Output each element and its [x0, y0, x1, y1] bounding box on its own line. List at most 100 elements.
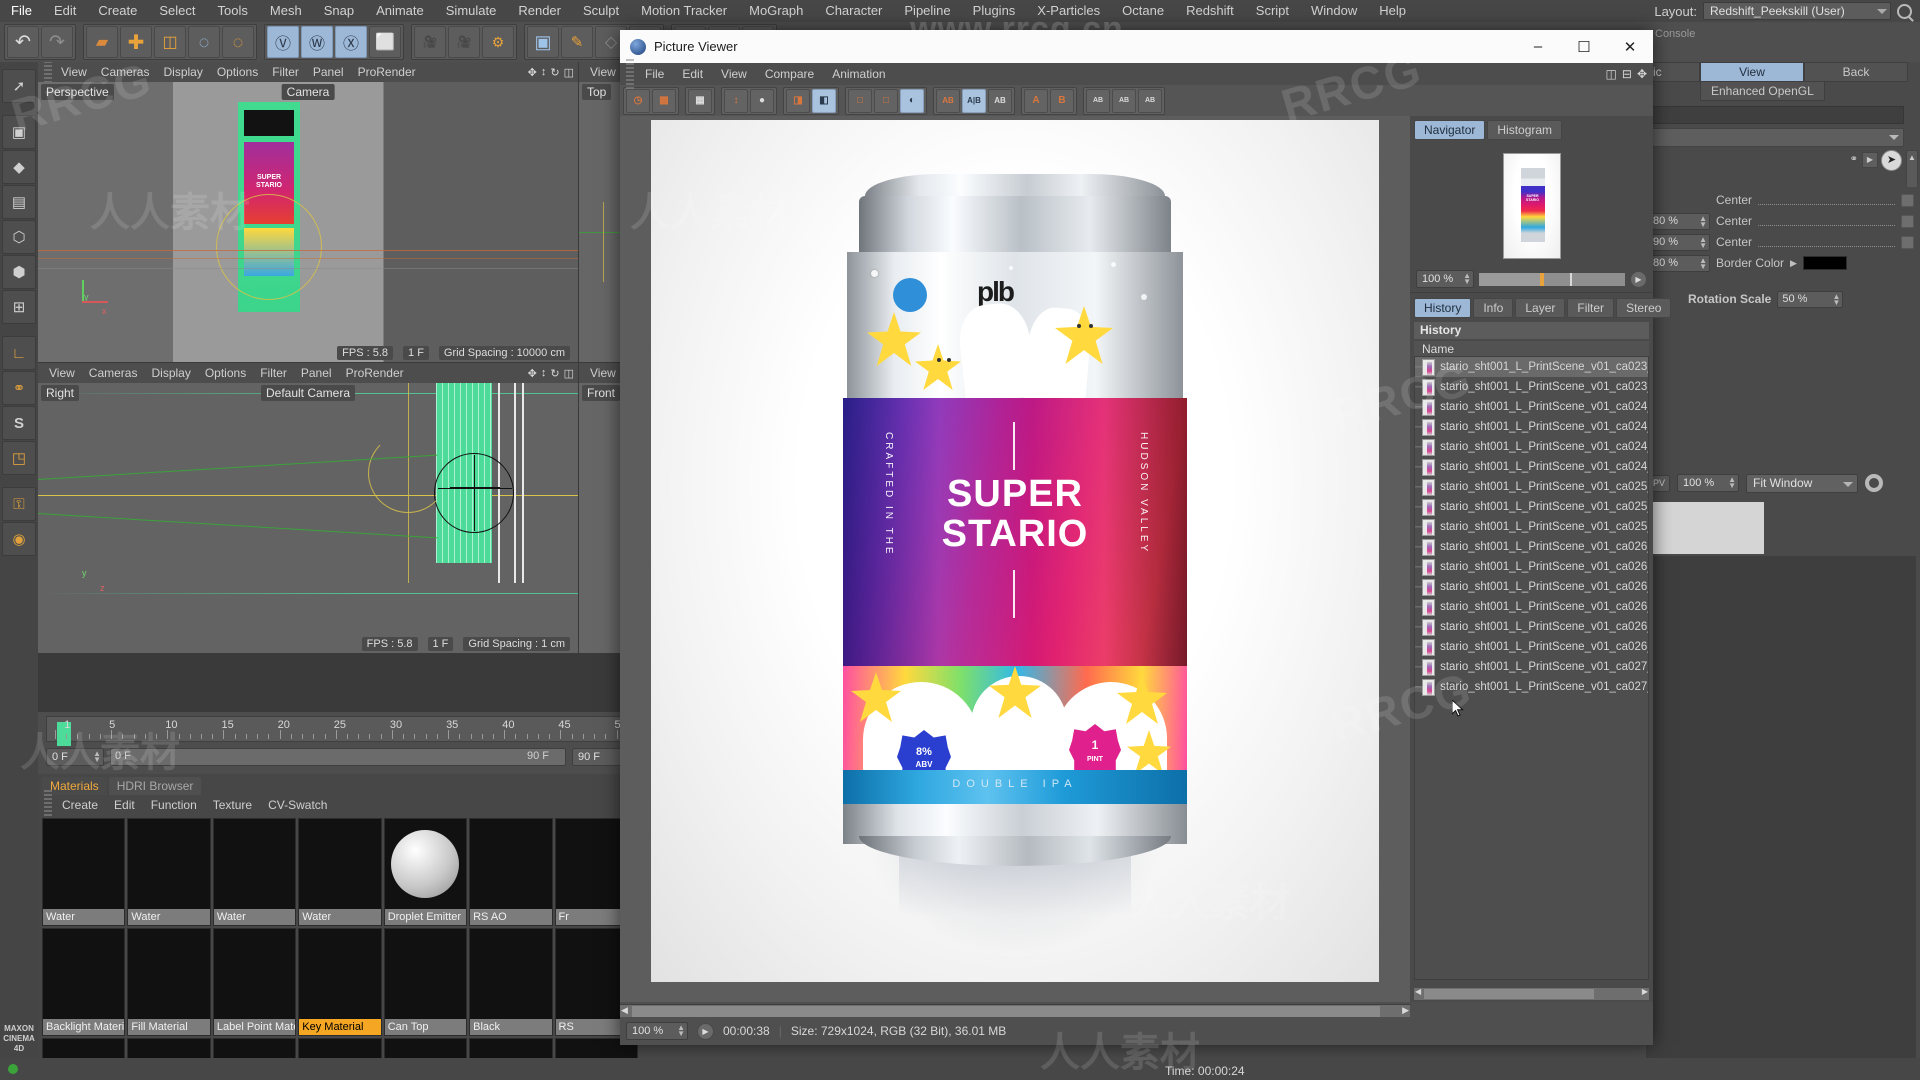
orbit-icon[interactable]: ↻ — [550, 66, 559, 79]
set-a-icon[interactable]: A — [1024, 88, 1048, 113]
pv-menu-compare[interactable]: Compare — [756, 67, 823, 81]
spinner-icon[interactable]: ▲▼ — [1699, 214, 1707, 228]
menu-item-render[interactable]: Render — [507, 0, 572, 22]
tab-layer[interactable]: Layer — [1515, 298, 1566, 318]
compare-ab-icon[interactable]: AB — [936, 88, 960, 113]
slider-handle[interactable] — [1540, 272, 1545, 286]
cursor-select-icon[interactable]: ➤ — [1881, 150, 1902, 171]
alpha-view-icon[interactable]: ◐ — [900, 88, 924, 113]
render-region-icon[interactable]: 🎥 — [448, 26, 480, 58]
history-list-item[interactable]: ─ stario_sht001_L_PrintScene_v01_ca026_Ch… — [1415, 637, 1648, 657]
vp1-menu-cameras[interactable]: Cameras — [94, 65, 157, 79]
rotate-band-icon[interactable]: ◌ — [222, 26, 254, 58]
layer-compare-icon[interactable]: AB — [1086, 88, 1110, 113]
spinner-icon[interactable]: ▲▼ — [1699, 235, 1707, 249]
history-list-item[interactable]: ─ stario_sht001_L_PrintScene_v01_ca026_Ch… — [1415, 597, 1648, 617]
pv-scroll-thumb[interactable] — [632, 1006, 1380, 1017]
play-arrow-icon[interactable]: ▶ — [1862, 152, 1878, 168]
pv-menu-edit[interactable]: Edit — [673, 67, 712, 81]
history-list-item[interactable]: ─ stario_sht001_L_PrintScene_v01_ca025_Ch… — [1415, 497, 1648, 517]
cube-primitive-icon[interactable]: ▣ — [527, 26, 559, 58]
history-list-item[interactable]: ─ stario_sht001_L_PrintScene_v01_ca024_Ch… — [1415, 437, 1648, 457]
tool-snap-icon[interactable]: S — [2, 406, 36, 440]
expand-arrow-icon[interactable]: ▶ — [1790, 258, 1797, 269]
timeline-ruler[interactable]: 15101520253035404550 — [46, 716, 640, 746]
history-list-item[interactable]: ─ stario_sht001_L_PrintScene_v01_ca024_Ch… — [1415, 397, 1648, 417]
rotation-scale-field[interactable]: 50 % ▲ ▼ — [1777, 290, 1844, 308]
single-view-icon[interactable]: □ — [848, 88, 872, 113]
menu-item-character[interactable]: Character — [814, 0, 893, 22]
open-image-icon[interactable]: ◷ — [626, 88, 650, 113]
maximize-button[interactable]: ☐ — [1561, 30, 1607, 63]
tab-view[interactable]: View — [1700, 62, 1804, 82]
redo-icon[interactable]: ↷ — [41, 26, 73, 58]
vp1-menu-options[interactable]: Options — [210, 65, 265, 79]
vp3-menu-view[interactable]: View — [42, 366, 82, 380]
material-cell[interactable]: Water — [212, 818, 297, 926]
tab-history[interactable]: History — [1414, 298, 1472, 318]
spinner-icon[interactable]: ▲▼ — [1832, 292, 1840, 306]
scroll-right-arrow-icon[interactable]: ▶ — [1642, 987, 1648, 996]
pv-play-button[interactable]: ▶ — [697, 1022, 714, 1040]
spinner-icon[interactable]: ▲▼ — [93, 750, 101, 764]
pen-spline-icon[interactable]: ✎ — [561, 26, 593, 58]
history-list-item[interactable]: ─ stario_sht001_L_PrintScene_v01_ca026_Ch… — [1415, 537, 1648, 557]
menu-item-plugins[interactable]: Plugins — [962, 0, 1027, 22]
history-list-item[interactable]: ─ stario_sht001_L_PrintScene_v01_ca025_Ch… — [1415, 477, 1648, 497]
minimize-button[interactable]: – — [1515, 30, 1561, 63]
console-tab-label[interactable]: Console — [1655, 28, 1695, 40]
split-panel-icon[interactable]: ◫ — [1606, 67, 1617, 81]
material-cell-selected[interactable]: Key Material — [298, 928, 382, 1036]
histogram-view-icon[interactable]: ● — [750, 88, 774, 113]
zoom-icon[interactable]: ↕ — [541, 66, 547, 79]
materials-menu-edit[interactable]: Edit — [106, 798, 143, 812]
render-settings-icon[interactable]: ⚙ — [482, 26, 514, 58]
vp1-menu-filter[interactable]: Filter — [265, 65, 306, 79]
history-list-item[interactable]: ─ stario_sht001_L_PrintScene_v01_ca024_Ch… — [1415, 417, 1648, 437]
vp3-menu-display[interactable]: Display — [144, 366, 197, 380]
menu-item-create[interactable]: Create — [87, 0, 148, 22]
navigator-step-button[interactable]: ▶ — [1630, 270, 1647, 288]
undo-icon[interactable]: ↶ — [7, 26, 39, 58]
materials-menu-create[interactable]: Create — [54, 798, 106, 812]
render-view-icon[interactable]: 🎥 — [414, 26, 446, 58]
tool-polygons-icon[interactable]: ⬡ — [2, 220, 36, 254]
menu-item-x-particles[interactable]: X-Particles — [1026, 0, 1111, 22]
save-image-icon[interactable]: ▩ — [652, 88, 676, 113]
tool-model-icon[interactable]: ⬢ — [2, 255, 36, 289]
renderer-mode-value[interactable]: Enhanced OpenGL — [1700, 81, 1825, 101]
tool-edges-icon[interactable]: ▤ — [2, 185, 36, 219]
history-list-item[interactable]: ─ stario_sht001_L_PrintScene_v01_ca023_Ch… — [1415, 357, 1648, 377]
history-list-item[interactable]: ─ stario_sht001_L_PrintScene_v01_ca027_Ch… — [1415, 677, 1648, 697]
picture-viewer-window[interactable]: Picture Viewer – ☐ ✕ File Edit View Comp… — [620, 30, 1672, 1045]
pan-icon[interactable]: ✥ — [528, 66, 537, 79]
ab-compare-icon[interactable]: ↕ — [724, 88, 748, 113]
rendered-image[interactable]: plb CRAFTED IN THE HUDSON VALLEY SUPER S… — [651, 120, 1379, 982]
viewport-right-canvas[interactable]: y z Right Default Camera FPS : 5.8 1 F G… — [38, 383, 578, 653]
navigator-zoom-field[interactable]: 100 % ▲ ▼ — [1416, 270, 1474, 288]
scroll-right-arrow-icon[interactable]: ▶ — [1402, 1005, 1409, 1016]
zoom-icon[interactable]: ↕ — [541, 367, 547, 380]
tool-axis-icon[interactable]: ∟ — [2, 336, 36, 370]
history-list-item[interactable]: ─ stario_sht001_L_PrintScene_v01_ca026_Ch… — [1415, 557, 1648, 577]
attr-field[interactable]: 90 % ▲ ▼ — [1648, 233, 1710, 251]
material-cell[interactable]: Fill Material — [127, 928, 211, 1036]
menu-item-sculpt[interactable]: Sculpt — [572, 0, 630, 22]
tab-navigator[interactable]: Navigator — [1414, 120, 1486, 140]
flip-vertical-icon[interactable]: ◧ — [812, 88, 836, 113]
spinner-icon[interactable]: ▲▼ — [1463, 272, 1471, 286]
viewport-perspective-canvas[interactable]: SUPER STARIO y x Perspective Camera FPS :… — [38, 82, 578, 362]
panel-grip-icon[interactable] — [44, 790, 52, 820]
history-scroll-thumb[interactable] — [1424, 989, 1594, 999]
flip-horizontal-icon[interactable]: ◨ — [786, 88, 810, 113]
materials-menu-texture[interactable]: Texture — [205, 798, 260, 812]
axis-z-icon[interactable]: Ⓧ — [335, 26, 367, 58]
materials-menu-cvswatch[interactable]: CV-Swatch — [260, 798, 335, 812]
tab-hdri-browser[interactable]: HDRI Browser — [108, 777, 202, 795]
spinner-icon[interactable]: ▲▼ — [1699, 256, 1707, 270]
history-list-item[interactable]: ─ stario_sht001_L_PrintScene_v01_ca025_Ch… — [1415, 517, 1648, 537]
viewport-right-camera[interactable]: Default Camera — [260, 385, 356, 401]
pv-menu-view[interactable]: View — [712, 67, 756, 81]
tool-enable-axis-icon[interactable]: ◉ — [2, 522, 36, 556]
maximize-viewport-icon[interactable]: ◫ — [564, 367, 574, 380]
